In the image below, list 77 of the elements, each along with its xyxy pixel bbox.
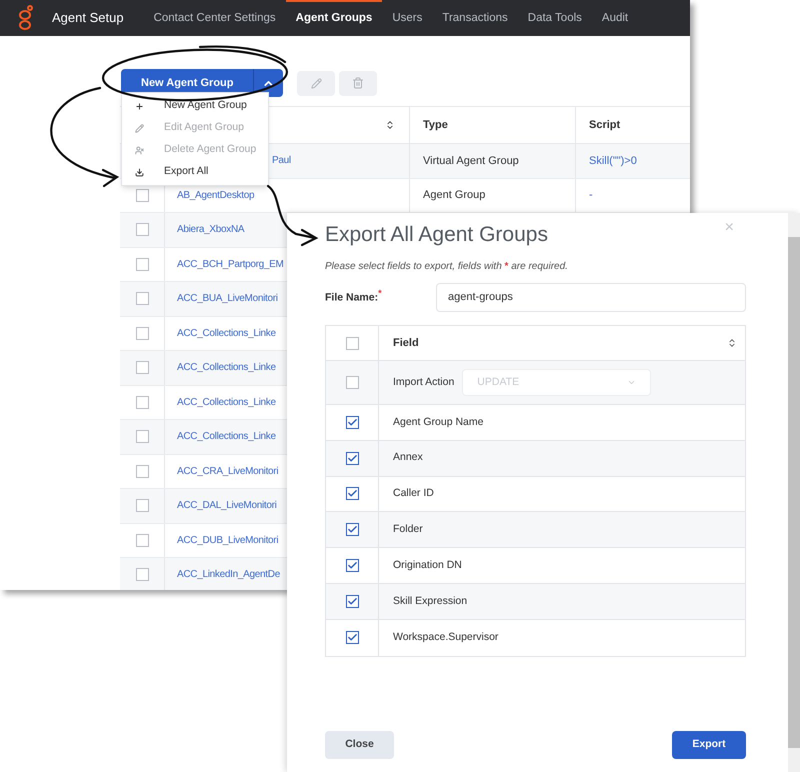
checkbox[interactable]: [346, 487, 358, 500]
agent-group-link[interactable]: ACC_DUB_LiveMonitori: [177, 532, 278, 548]
nav-tab[interactable]: Audit: [592, 0, 638, 36]
nav-tab[interactable]: Contact Center Settings: [144, 0, 286, 36]
menu-item[interactable]: Export All: [122, 161, 268, 183]
field-label: Agent Group Name: [393, 414, 484, 430]
menu-item[interactable]: New Agent Group: [122, 95, 268, 117]
trash-icon: [352, 77, 364, 89]
agent-group-link[interactable]: AB_AgentDesktop: [177, 188, 254, 203]
agent-group-link[interactable]: ACC_DAL_LiveMonitori: [177, 498, 277, 514]
close-button[interactable]: Close: [325, 731, 394, 759]
checkbox[interactable]: [136, 361, 148, 374]
checkbox[interactable]: [346, 523, 358, 536]
agent-group-link[interactable]: ACC_Collections_Linke: [177, 429, 276, 444]
chevron-icon: [627, 378, 636, 387]
download-icon: [135, 168, 144, 176]
plus-icon: [135, 102, 144, 110]
agent-group-link[interactable]: ACC_LinkedIn_AgentDe: [177, 567, 280, 582]
curved-arrow: [266, 184, 318, 246]
agent-group-link[interactable]: ACC_CRA_LiveMonitori: [177, 464, 278, 479]
checkbox[interactable]: [136, 568, 148, 582]
agent-group-link[interactable]: ACC_Collections_Linke: [177, 360, 276, 376]
checkbox[interactable]: [136, 188, 148, 202]
checkbox[interactable]: [346, 452, 358, 465]
checkbox[interactable]: [346, 376, 358, 389]
user-remove-icon: [135, 146, 144, 154]
table-cell-text: Agent Group: [423, 188, 486, 203]
field-label: Skill Expression: [393, 594, 468, 608]
checkbox[interactable]: [346, 631, 358, 644]
checkbox[interactable]: [346, 594, 358, 608]
checkbox[interactable]: [346, 336, 358, 350]
checkbox[interactable]: [136, 499, 148, 512]
field-label: Workspace.Supervisor: [393, 630, 498, 645]
file-name-input[interactable]: agent-groups: [436, 283, 746, 312]
agent-group-link[interactable]: ACC_BCH_Partporg_EM: [177, 256, 284, 272]
export-button[interactable]: Export: [672, 731, 746, 759]
column-header[interactable]: Script: [589, 116, 620, 134]
checkbox[interactable]: [136, 223, 148, 236]
checkbox[interactable]: [346, 559, 358, 572]
nav-tab[interactable]: Data Tools: [518, 0, 592, 36]
checkbox[interactable]: [136, 534, 148, 547]
checkbox[interactable]: [136, 430, 148, 444]
nav-tab[interactable]: Transactions: [432, 0, 518, 36]
table-cell-text: Virtual Agent Group: [423, 154, 519, 168]
nav-tab[interactable]: Users: [382, 0, 432, 36]
agent-group-link[interactable]: ACC_Collections_Linke: [177, 326, 276, 341]
checkbox[interactable]: [136, 326, 148, 340]
script-link[interactable]: Skill("")>0: [589, 152, 637, 169]
agent-group-link[interactable]: Paul: [272, 153, 291, 168]
dialog-title: Export All Agent Groups: [325, 222, 548, 248]
agent-group-link[interactable]: ACC_BUA_LiveMonitori: [177, 291, 278, 306]
sort-icon[interactable]: [727, 338, 737, 348]
checkbox[interactable]: [136, 258, 148, 271]
delete-button[interactable]: [339, 70, 378, 96]
field-label: Origination DN: [393, 558, 462, 573]
agent-group-link[interactable]: Abiera_XboxNA: [177, 222, 244, 238]
field-label: Folder: [393, 522, 423, 537]
field-label: Import Action: [393, 374, 454, 390]
field-label: Caller ID: [393, 486, 434, 502]
column-header[interactable]: Field: [393, 334, 419, 352]
checkbox[interactable]: [136, 292, 148, 306]
app-title: Agent Setup: [52, 9, 124, 28]
checkbox[interactable]: [136, 464, 148, 478]
field-label: Annex: [393, 450, 423, 466]
pencil-icon: [135, 124, 144, 132]
edit-button[interactable]: [297, 70, 336, 96]
logo-icon: [18, 5, 34, 31]
column-header[interactable]: Type: [423, 116, 448, 134]
agent-group-link[interactable]: ACC_Collections_Linke: [177, 394, 276, 410]
checkbox[interactable]: [346, 416, 358, 429]
sort-icon[interactable]: [385, 120, 395, 130]
checkbox[interactable]: [136, 396, 148, 409]
script-link[interactable]: -: [589, 187, 593, 204]
pencil-icon: [310, 78, 322, 88]
file-name-label: File Name:$^{*}$: [325, 287, 383, 306]
nav-tab[interactable]: Agent Groups: [286, 0, 382, 36]
instructions-text: Please select fields to export, fields with * are required.: [325, 260, 569, 274]
